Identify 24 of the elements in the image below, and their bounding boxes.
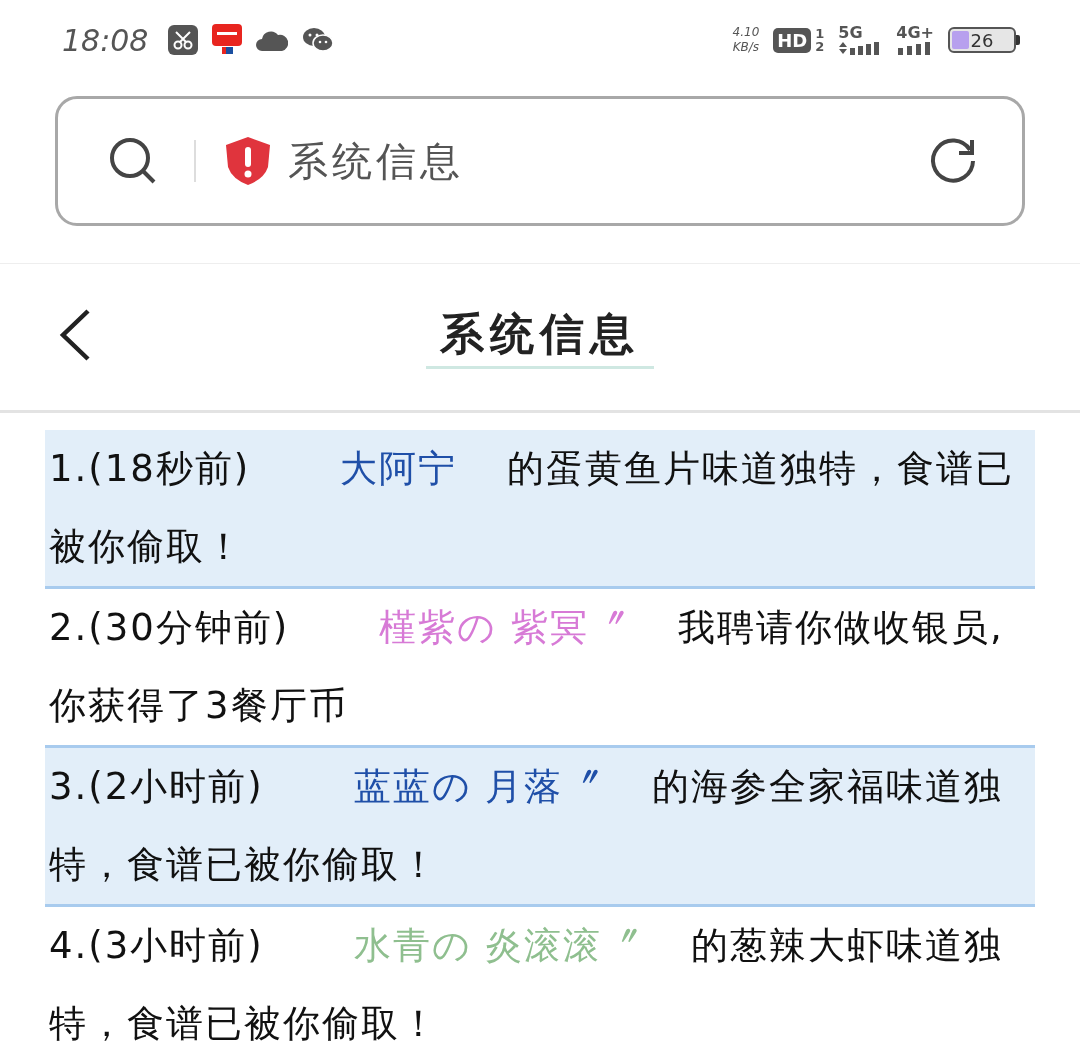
hd-badge: HD [773, 27, 812, 53]
payment-app-icon [212, 24, 243, 56]
network-type: 4G+ [896, 25, 934, 41]
signal-icon [896, 41, 933, 55]
message-text: 1.(18秒前) 大阿宁 的蛋黄鱼片味道独特，食谱已被你偷取！ [45, 430, 1035, 589]
header-title: 系统信息 [426, 305, 654, 369]
back-icon[interactable] [58, 308, 92, 362]
shield-alert-icon [224, 135, 272, 187]
sim-number: 2 [815, 40, 825, 53]
chat-icon [302, 26, 335, 54]
sim-number: 1 [815, 27, 825, 40]
battery-fill [952, 31, 969, 49]
reload-icon[interactable] [928, 136, 978, 186]
message-text: 4.(3小时前) 水青の 炎滚滚〞 的葱辣大虾味道独特，食谱已被你偷取！ [45, 907, 1035, 1063]
network-type: 5G [838, 25, 863, 41]
clock-time: 18:08 [62, 22, 149, 58]
battery-percent: 26 [970, 29, 994, 51]
speed-unit: KB/s [732, 40, 760, 55]
message-text: 3.(2小时前) 蓝蓝の 月落〞 的海参全家福味道独特，食谱已被你偷取！ [45, 748, 1035, 907]
network-speed: 4.10 [732, 25, 760, 40]
search-icon[interactable] [108, 136, 158, 186]
address-bar[interactable]: 系统信息 [55, 96, 1025, 226]
scissors-icon [168, 25, 199, 55]
page-title: 系统信息 [288, 136, 464, 186]
